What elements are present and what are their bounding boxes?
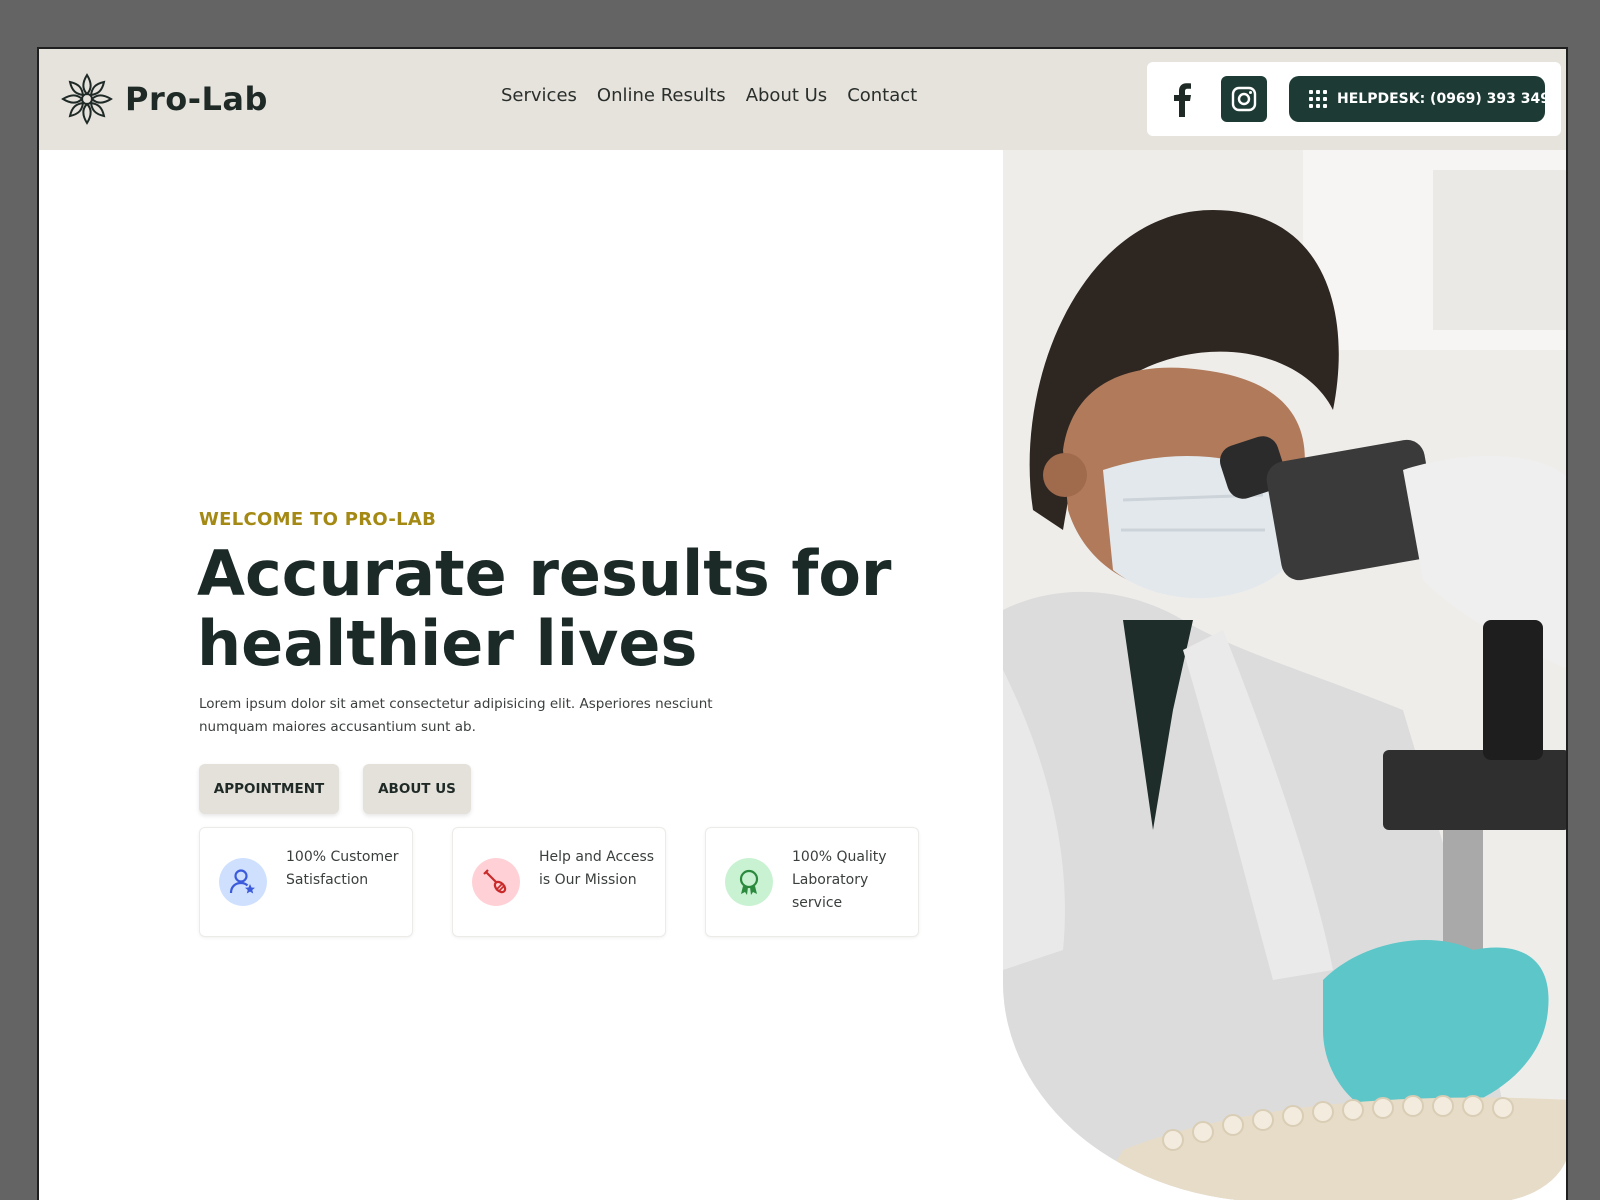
feature-card-mission: Help and Access is Our Mission (452, 827, 666, 937)
feature-text: Help and Access is Our Mission (539, 849, 655, 888)
headline-line-2: healthier lives (197, 607, 698, 680)
nav-about-us[interactable]: About Us (746, 85, 828, 106)
flower-logo-icon (61, 73, 113, 125)
main-nav: Services Online Results About Us Contact (501, 85, 917, 106)
syringe-icon (472, 858, 520, 906)
dialpad-icon (1309, 90, 1327, 108)
top-navbar: Pro-Lab Services Online Results About Us… (39, 49, 1566, 150)
facebook-icon[interactable] (1169, 81, 1195, 117)
feature-text: 100% Customer Satisfaction (286, 849, 399, 888)
award-icon (725, 858, 773, 906)
hero-paragraph: Lorem ipsum dolor sit amet consectetur a… (199, 696, 713, 735)
hero-image-scientist-microscope (1003, 150, 1566, 1200)
nav-online-results[interactable]: Online Results (597, 85, 726, 106)
brand-name: Pro-Lab (125, 80, 268, 118)
hero-eyebrow: WELCOME TO PRO-LAB (199, 509, 437, 530)
instagram-icon (1231, 86, 1257, 112)
browser-frame: Pro-Lab Services Online Results About Us… (37, 47, 1568, 1200)
header-actions: HELPDESK: (0969) 393 3494 (1147, 62, 1561, 136)
helpdesk-button[interactable]: HELPDESK: (0969) 393 3494 (1289, 76, 1560, 122)
brand-logo[interactable]: Pro-Lab (59, 71, 268, 127)
feature-card-satisfaction: 100% Customer Satisfaction (199, 827, 413, 937)
hero-headline: Accurate results for healthier lives (197, 539, 917, 679)
scientist-illustration (1003, 150, 1566, 1200)
headline-line-1: Accurate results for (197, 537, 892, 610)
helpdesk-label: HELPDESK: (0969) 393 3494 (1337, 91, 1560, 107)
nav-services[interactable]: Services (501, 85, 577, 106)
about-us-button[interactable]: ABOUT US (363, 764, 471, 814)
appointment-button[interactable]: APPOINTMENT (199, 764, 339, 814)
nav-contact[interactable]: Contact (847, 85, 917, 106)
user-star-icon (219, 858, 267, 906)
instagram-button[interactable] (1221, 76, 1267, 122)
feature-text: 100% Quality Laboratory service (792, 849, 887, 911)
feature-card-quality: 100% Quality Laboratory service (705, 827, 919, 937)
